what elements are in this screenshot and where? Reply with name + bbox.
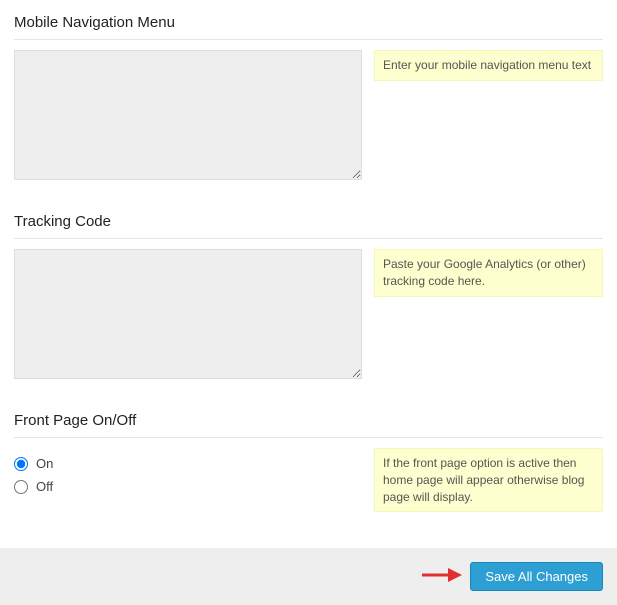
section-title-frontpage: Front Page On/Off: [14, 406, 603, 438]
section-tracking: Tracking Code Paste your Google Analytic…: [0, 199, 617, 398]
radio-off-label: Off: [36, 479, 53, 494]
field-row: Paste your Google Analytics (or other) t…: [14, 249, 603, 382]
radio-off[interactable]: [14, 480, 28, 494]
radio-item-off[interactable]: Off: [14, 475, 362, 498]
tracking-code-textarea[interactable]: [14, 249, 362, 379]
section-title-tracking: Tracking Code: [14, 207, 603, 239]
field-left: [14, 50, 362, 183]
field-right: Enter your mobile navigation menu text: [374, 50, 603, 81]
footer: Save All Changes: [0, 548, 617, 605]
arrow-icon: [420, 566, 462, 587]
hint-mobile-nav: Enter your mobile navigation menu text: [374, 50, 603, 81]
radio-item-on[interactable]: On: [14, 452, 362, 475]
section-frontpage: Front Page On/Off On Off If the front pa…: [0, 398, 617, 528]
radio-on[interactable]: [14, 457, 28, 471]
field-left: [14, 249, 362, 382]
mobile-nav-textarea[interactable]: [14, 50, 362, 180]
save-button[interactable]: Save All Changes: [470, 562, 603, 591]
field-row: On Off If the front page option is activ…: [14, 448, 603, 512]
hint-tracking: Paste your Google Analytics (or other) t…: [374, 249, 603, 297]
field-right: If the front page option is active then …: [374, 448, 603, 512]
field-row: Enter your mobile navigation menu text: [14, 50, 603, 183]
frontpage-radio-group: On Off: [14, 448, 362, 498]
field-right: Paste your Google Analytics (or other) t…: [374, 249, 603, 297]
section-title-mobile-nav: Mobile Navigation Menu: [14, 8, 603, 40]
section-mobile-nav: Mobile Navigation Menu Enter your mobile…: [0, 0, 617, 199]
radio-on-label: On: [36, 456, 53, 471]
field-left: On Off: [14, 448, 362, 498]
hint-frontpage: If the front page option is active then …: [374, 448, 603, 512]
